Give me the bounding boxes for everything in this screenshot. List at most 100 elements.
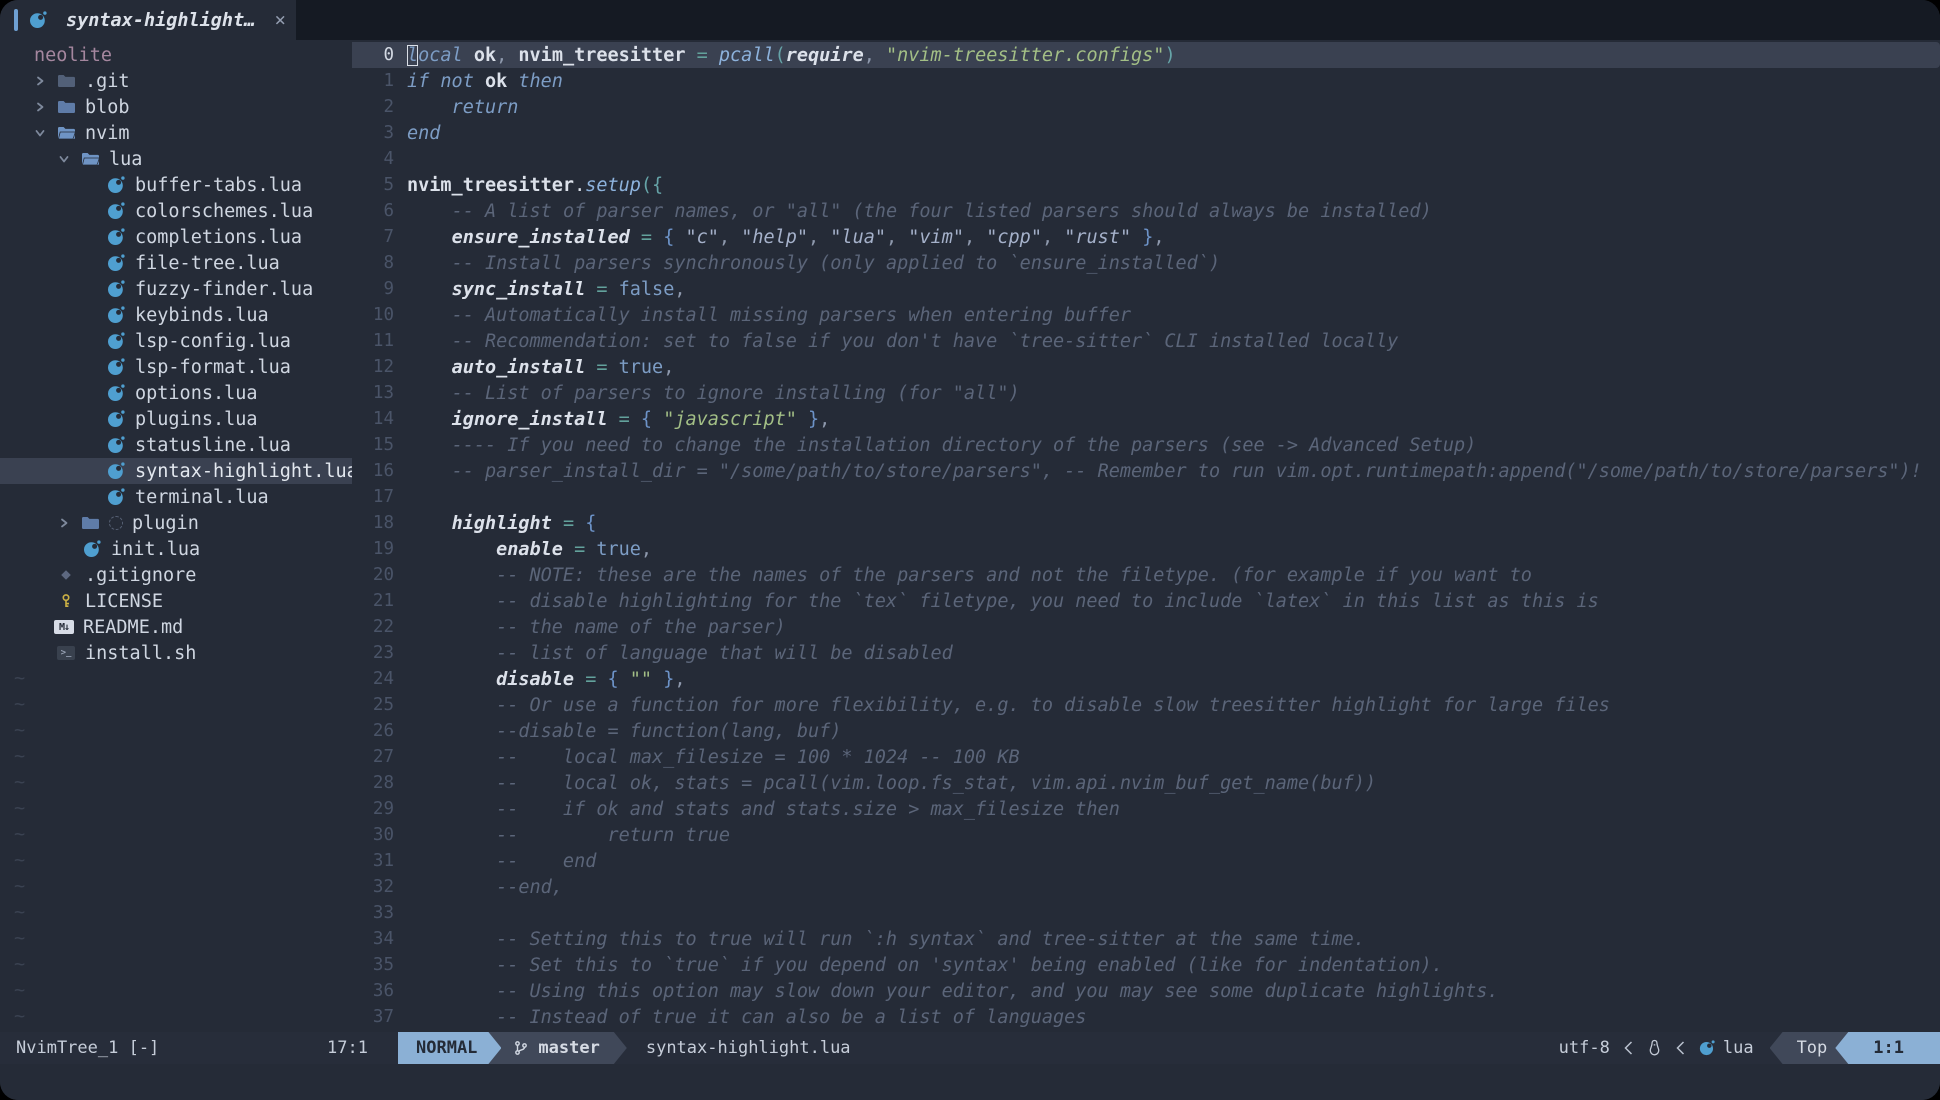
tree-item-nvim[interactable]: nvim	[0, 120, 352, 146]
code-line-7[interactable]: 7 ensure_installed = { "c", "help", "lua…	[352, 224, 1940, 250]
code-line-32[interactable]: 32 --end,	[352, 874, 1940, 900]
code-line-9[interactable]: 9 sync_install = false,	[352, 276, 1940, 302]
empty-line-tilde: ~	[0, 744, 352, 770]
code-text: -- NOTE: these are the names of the pars…	[407, 565, 1532, 586]
tree-item-colorschemes-lua[interactable]: colorschemes.lua	[0, 198, 352, 224]
code-text: -- Automatically install missing parsers…	[407, 305, 1131, 326]
tree-item-gitignore[interactable]: .gitignore	[0, 562, 352, 588]
code-line-33[interactable]: 33	[352, 900, 1940, 926]
empty-line-tilde: ~	[0, 900, 352, 926]
code-text: -- return true	[407, 825, 730, 846]
editor-buffer[interactable]: 0local ok, nvim_treesitter = pcall(requi…	[352, 40, 1940, 1032]
folder-open-icon	[81, 151, 100, 167]
line-number: 34	[352, 929, 407, 949]
tree-item-plugin[interactable]: plugin	[0, 510, 352, 536]
code-line-8[interactable]: 8 -- Install parsers synchronously (only…	[352, 250, 1940, 276]
nvimtree-status-title: NvimTree_1 [-]	[16, 1038, 159, 1058]
empty-line-tilde: ~	[0, 874, 352, 900]
code-line-37[interactable]: 37 -- Instead of true it can also be a l…	[352, 1004, 1940, 1030]
code-text: end	[407, 123, 440, 144]
tree-item-license[interactable]: LICENSE	[0, 588, 352, 614]
tree-item-readme-md[interactable]: M↓README.md	[0, 614, 352, 640]
tree-item-syntax-highlight-lua[interactable]: syntax-highlight.lua	[0, 458, 352, 484]
code-text: -- Install parsers synchronously (only a…	[407, 253, 1220, 274]
tree-item-blob[interactable]: blob	[0, 94, 352, 120]
code-line-24[interactable]: 24 disable = { "" },	[352, 666, 1940, 692]
code-line-20[interactable]: 20 -- NOTE: these are the names of the p…	[352, 562, 1940, 588]
code-line-26[interactable]: 26 --disable = function(lang, buf)	[352, 718, 1940, 744]
lua-icon	[107, 332, 125, 350]
code-text: -- Setting this to true will run `:h syn…	[407, 929, 1365, 950]
code-line-14[interactable]: 14 ignore_install = { "javascript" },	[352, 406, 1940, 432]
nvimtree-panel: neolite.git blob nvimluabuffer-tabs.lua col…	[0, 40, 352, 1032]
code-line-22[interactable]: 22 -- the name of the parser)	[352, 614, 1940, 640]
tree-item-options-lua[interactable]: options.lua	[0, 380, 352, 406]
code-line-25[interactable]: 25 -- Or use a function for more flexibi…	[352, 692, 1940, 718]
tree-item-neolite[interactable]: neolite	[0, 42, 352, 68]
code-line-27[interactable]: 27 -- local max_filesize = 100 * 1024 --…	[352, 744, 1940, 770]
lua-icon	[107, 254, 125, 272]
code-line-17[interactable]: 17	[352, 484, 1940, 510]
line-number: 4	[352, 149, 407, 169]
key-icon	[58, 593, 74, 609]
code-line-13[interactable]: 13 -- List of parsers to ignore installi…	[352, 380, 1940, 406]
os-tux-icon	[1647, 1032, 1662, 1064]
code-line-31[interactable]: 31 -- end	[352, 848, 1940, 874]
tree-item-label: blob	[85, 97, 130, 118]
tree-item-file-tree-lua[interactable]: file-tree.lua	[0, 250, 352, 276]
tree-item-lsp-format-lua[interactable]: lsp-format.lua	[0, 354, 352, 380]
code-line-2[interactable]: 2 return	[352, 94, 1940, 120]
tree-item-plugins-lua[interactable]: plugins.lua	[0, 406, 352, 432]
tree-item-label: plugin	[132, 513, 199, 534]
code-line-4[interactable]: 4	[352, 146, 1940, 172]
code-line-15[interactable]: 15 ---- If you need to change the instal…	[352, 432, 1940, 458]
code-line-11[interactable]: 11 -- Recommendation: set to false if yo…	[352, 328, 1940, 354]
line-number: 30	[352, 825, 407, 845]
tree-item-git[interactable]: .git	[0, 68, 352, 94]
tree-item-completions-lua[interactable]: completions.lua	[0, 224, 352, 250]
code-line-18[interactable]: 18 highlight = {	[352, 510, 1940, 536]
tree-item-label: colorschemes.lua	[135, 201, 313, 222]
code-line-30[interactable]: 30 -- return true	[352, 822, 1940, 848]
tree-item-label: nvim	[85, 123, 130, 144]
line-number: 8	[352, 253, 407, 273]
line-number: 16	[352, 461, 407, 481]
tree-item-lsp-config-lua[interactable]: lsp-config.lua	[0, 328, 352, 354]
code-line-34[interactable]: 34 -- Setting this to true will run `:h …	[352, 926, 1940, 952]
code-line-10[interactable]: 10 -- Automatically install missing pars…	[352, 302, 1940, 328]
code-line-23[interactable]: 23 -- list of language that will be disa…	[352, 640, 1940, 666]
line-number: 24	[352, 669, 407, 689]
code-line-16[interactable]: 16 -- parser_install_dir = "/some/path/t…	[352, 458, 1940, 484]
code-line-0[interactable]: 0local ok, nvim_treesitter = pcall(requi…	[352, 42, 1940, 68]
code-text: enable = true,	[407, 539, 652, 560]
tree-item-install-sh[interactable]: >_install.sh	[0, 640, 352, 666]
tree-item-terminal-lua[interactable]: terminal.lua	[0, 484, 352, 510]
tree-item-init-lua[interactable]: init.lua	[0, 536, 352, 562]
code-line-35[interactable]: 35 -- Set this to `true` if you depend o…	[352, 952, 1940, 978]
code-line-1[interactable]: 1if not ok then	[352, 68, 1940, 94]
code-line-28[interactable]: 28 -- local ok, stats = pcall(vim.loop.f…	[352, 770, 1940, 796]
code-line-6[interactable]: 6 -- A list of parser names, or "all" (t…	[352, 198, 1940, 224]
chevron-down-icon	[58, 153, 70, 165]
code-line-36[interactable]: 36 -- Using this option may slow down yo…	[352, 978, 1940, 1004]
line-number: 25	[352, 695, 407, 715]
tree-item-lua[interactable]: lua	[0, 146, 352, 172]
command-line	[0, 1064, 1940, 1100]
code-text: -- Instead of true it can also be a list…	[407, 1007, 1086, 1028]
tree-item-buffer-tabs-lua[interactable]: buffer-tabs.lua	[0, 172, 352, 198]
line-number: 0	[352, 45, 407, 65]
tree-item-keybinds-lua[interactable]: keybinds.lua	[0, 302, 352, 328]
code-text: -- Using this option may slow down your …	[407, 981, 1499, 1002]
empty-line-tilde: ~	[0, 952, 352, 978]
code-line-5[interactable]: 5nvim_treesitter.setup({	[352, 172, 1940, 198]
code-line-19[interactable]: 19 enable = true,	[352, 536, 1940, 562]
tree-item-fuzzy-finder-lua[interactable]: fuzzy-finder.lua	[0, 276, 352, 302]
code-line-12[interactable]: 12 auto_install = true,	[352, 354, 1940, 380]
code-line-29[interactable]: 29 -- if ok and stats and stats.size > m…	[352, 796, 1940, 822]
close-icon[interactable]: ×	[275, 9, 286, 31]
line-number: 23	[352, 643, 407, 663]
tree-item-statusline-lua[interactable]: statusline.lua	[0, 432, 352, 458]
code-line-21[interactable]: 21 -- disable highlighting for the `tex`…	[352, 588, 1940, 614]
tab-syntax-highlight[interactable]: syntax-highlight… ×	[0, 0, 296, 40]
code-line-3[interactable]: 3end	[352, 120, 1940, 146]
